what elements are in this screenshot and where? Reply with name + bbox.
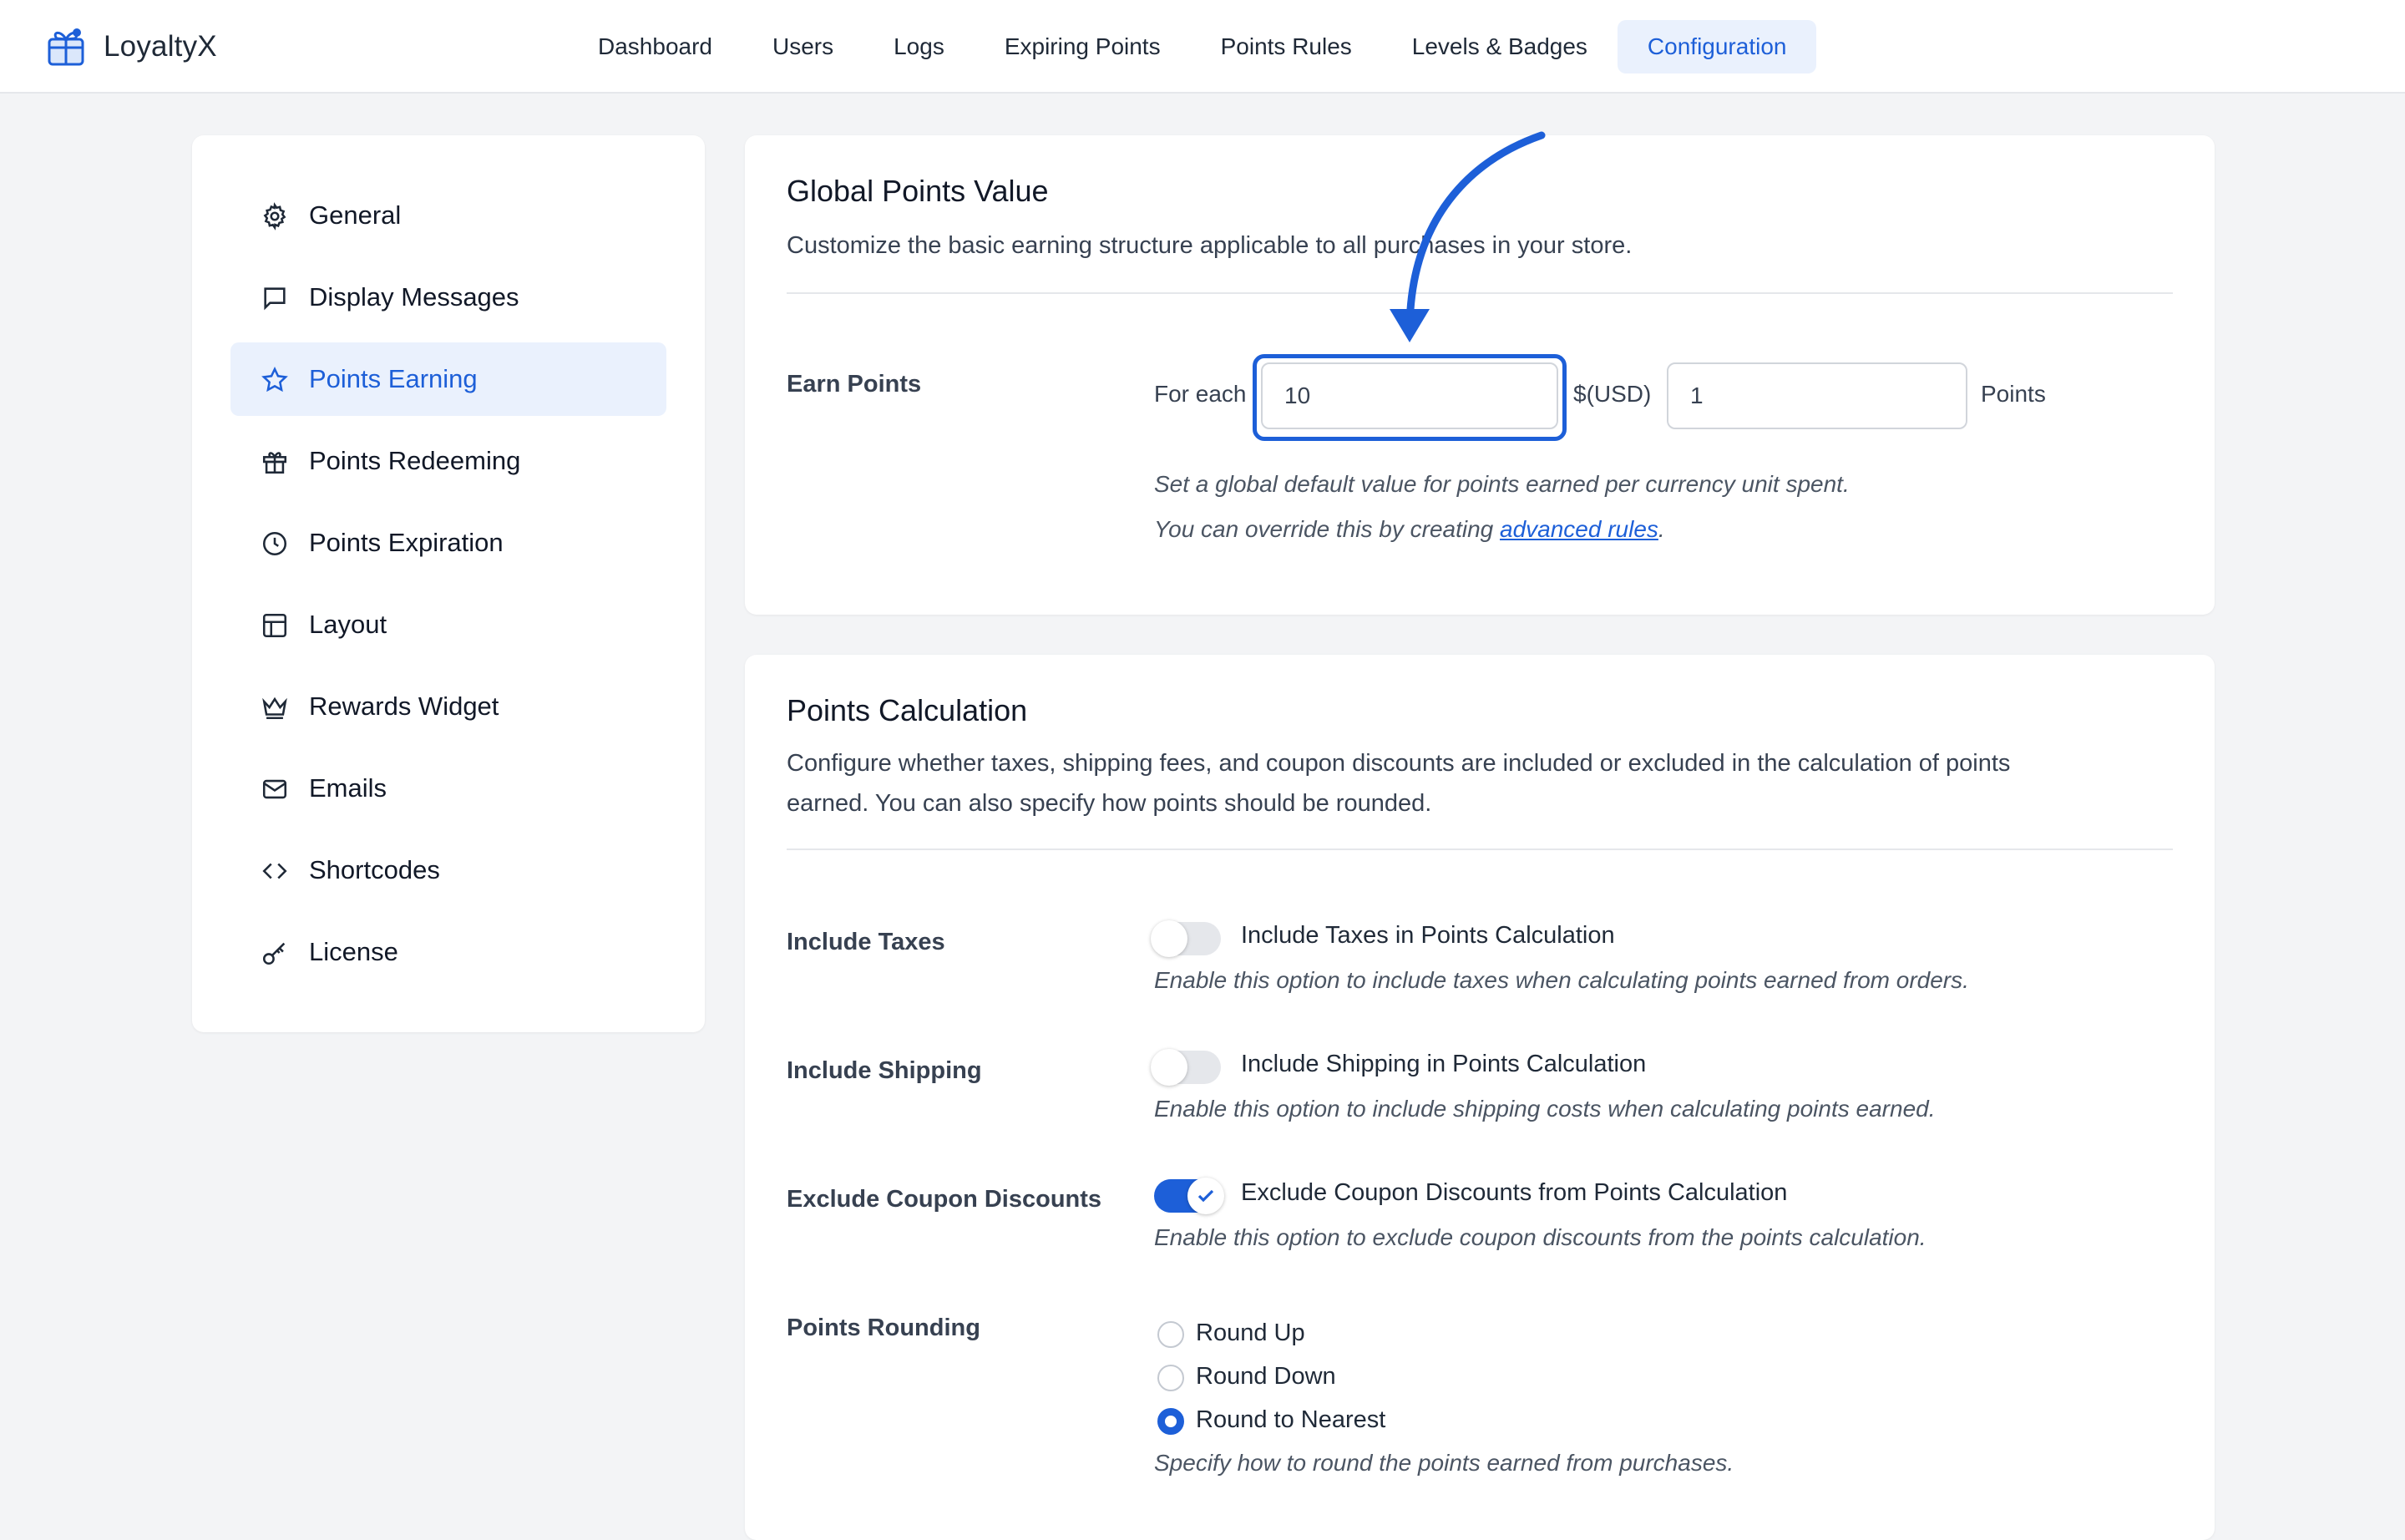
include-shipping-toggle[interactable] — [1151, 1049, 1221, 1086]
radio-round-to-nearest[interactable] — [1157, 1408, 1184, 1435]
for-each-label: For each — [1154, 381, 1247, 407]
include-taxes-toggle-label: Include Taxes in Points Calculation — [1241, 922, 1615, 949]
points-unit-label: Points — [1981, 381, 2046, 407]
message-icon — [261, 284, 289, 312]
nav-logs[interactable]: Logs — [863, 20, 975, 73]
sidebar-item-general[interactable]: General — [230, 179, 666, 252]
points-calculation-description-1: Configure whether taxes, shipping fees, … — [787, 750, 2011, 777]
sidebar-item-license[interactable]: License — [230, 915, 666, 989]
amount-input[interactable] — [1261, 362, 1558, 429]
radio-label-round-to-nearest: Round to Nearest — [1196, 1406, 1386, 1433]
crown-icon — [261, 693, 289, 722]
sidebar-item-points-expiration[interactable]: Points Expiration — [230, 506, 666, 580]
sidebar-item-label: Points Redeeming — [309, 446, 521, 475]
sidebar-item-label: Rewards Widget — [309, 691, 499, 721]
sidebar-item-label: Points Expiration — [309, 528, 504, 557]
gift-box-logo-icon — [48, 28, 84, 66]
radio-label-round-down: Round Down — [1196, 1363, 1336, 1390]
layout-icon — [261, 611, 289, 640]
sidebar-item-label: Points Earning — [309, 364, 478, 393]
divider — [787, 849, 2173, 850]
sidebar-item-label: Layout — [309, 610, 387, 639]
app-name: LoyaltyX — [104, 30, 217, 63]
exclude-coupons-label: Exclude Coupon Discounts — [787, 1186, 1102, 1213]
sidebar-item-label: General — [309, 200, 402, 230]
sidebar-item-display-messages[interactable]: Display Messages — [230, 261, 666, 334]
gift-icon — [261, 448, 289, 476]
exclude-coupons-toggle-label: Exclude Coupon Discounts from Points Cal… — [1241, 1179, 1788, 1206]
sidebar-item-label: License — [309, 937, 398, 966]
radio-round-down[interactable] — [1157, 1365, 1184, 1391]
code-icon — [261, 857, 289, 885]
points-rounding-label: Points Rounding — [787, 1315, 980, 1341]
settings-sidebar: General Display Messages Points Earning … — [192, 135, 705, 1032]
advanced-rules-link[interactable]: advanced rules — [1500, 516, 1658, 542]
earn-hint-suffix: . — [1658, 516, 1665, 542]
check-icon — [1197, 1189, 1214, 1203]
radio-round-up[interactable] — [1157, 1321, 1184, 1348]
gear-icon — [261, 202, 289, 230]
nav-levels-badges[interactable]: Levels & Badges — [1382, 20, 1618, 73]
sidebar-item-label: Display Messages — [309, 282, 519, 312]
currency-label: $(USD) — [1573, 381, 1652, 407]
nav-configuration[interactable]: Configuration — [1617, 20, 1817, 73]
include-shipping-toggle-label: Include Shipping in Points Calculation — [1241, 1051, 1647, 1077]
global-points-title: Global Points Value — [787, 174, 1049, 208]
earn-hint-line1: Set a global default value for points ea… — [1154, 471, 1850, 497]
points-calculation-card: Points Calculation Configure whether tax… — [745, 655, 2215, 1540]
toggle-knob — [1187, 1178, 1224, 1214]
mail-icon — [261, 775, 289, 803]
include-taxes-toggle[interactable] — [1151, 920, 1221, 957]
sidebar-item-label: Shortcodes — [309, 855, 440, 884]
toggle-knob — [1151, 1049, 1187, 1086]
sidebar-item-shortcodes[interactable]: Shortcodes — [230, 833, 666, 907]
annotation-arrow-icon — [1390, 131, 1546, 342]
sidebar-item-layout[interactable]: Layout — [230, 588, 666, 661]
points-rounding-hint: Specify how to round the points earned f… — [1154, 1450, 1734, 1476]
sidebar-item-emails[interactable]: Emails — [230, 752, 666, 825]
exclude-coupons-toggle[interactable] — [1154, 1178, 1224, 1214]
sidebar-item-label: Emails — [309, 773, 387, 803]
main-nav: Dashboard Users Logs Expiring Points Poi… — [568, 20, 1817, 73]
nav-dashboard[interactable]: Dashboard — [568, 20, 742, 73]
key-icon — [261, 939, 289, 967]
include-taxes-label: Include Taxes — [787, 929, 945, 955]
toggle-knob — [1151, 920, 1187, 957]
sidebar-item-rewards-widget[interactable]: Rewards Widget — [230, 670, 666, 743]
sidebar-item-points-earning[interactable]: Points Earning — [230, 342, 666, 416]
earn-points-label: Earn Points — [787, 371, 922, 398]
earn-hint-line2: You can override this by creating advanc… — [1154, 516, 1665, 543]
radio-label-round-up: Round Up — [1196, 1320, 1305, 1346]
star-icon — [261, 366, 289, 394]
points-input[interactable] — [1667, 362, 1967, 429]
sidebar-item-points-redeeming[interactable]: Points Redeeming — [230, 424, 666, 498]
points-calculation-title: Points Calculation — [787, 693, 1028, 727]
app-logo[interactable]: LoyaltyX — [45, 23, 217, 70]
earn-hint-prefix: You can override this by creating — [1154, 516, 1501, 542]
include-shipping-hint: Enable this option to include shipping c… — [1154, 1096, 1936, 1122]
exclude-coupons-hint: Enable this option to exclude coupon dis… — [1154, 1224, 1927, 1250]
include-shipping-label: Include Shipping — [787, 1057, 982, 1084]
top-bar: LoyaltyX Dashboard Users Logs Expiring P… — [0, 0, 2405, 94]
nav-expiring-points[interactable]: Expiring Points — [975, 20, 1191, 73]
nav-users[interactable]: Users — [742, 20, 863, 73]
nav-points-rules[interactable]: Points Rules — [1191, 20, 1382, 73]
points-calculation-description-2: earned. You can also specify how points … — [787, 790, 1432, 817]
clock-icon — [261, 529, 289, 558]
include-taxes-hint: Enable this option to include taxes when… — [1154, 967, 1969, 993]
